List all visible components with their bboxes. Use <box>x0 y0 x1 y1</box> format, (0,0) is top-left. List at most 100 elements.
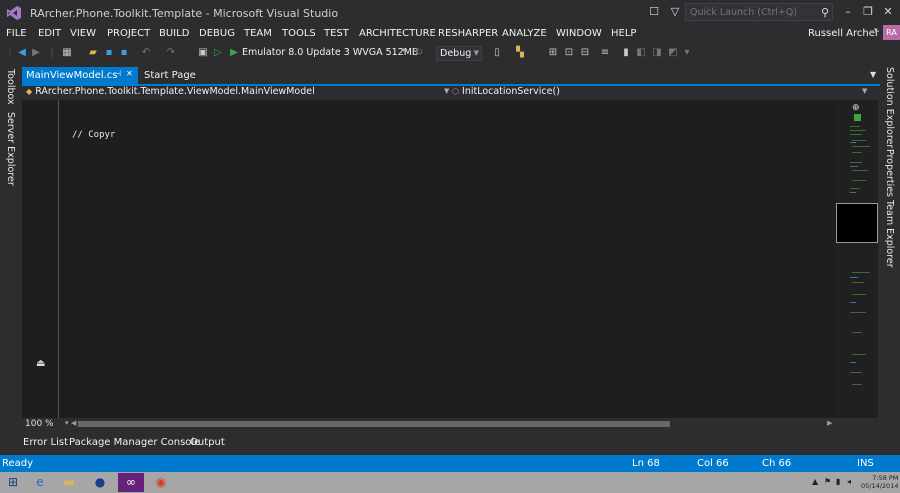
run-target-dropdown-icon[interactable]: ▾ <box>402 46 406 54</box>
next-bookmark-icon[interactable]: ◨ <box>650 46 664 60</box>
menu-architecture[interactable]: ARCHITECTURE <box>359 28 436 39</box>
minimize-button[interactable]: – <box>839 4 857 20</box>
quick-launch-input[interactable] <box>690 6 810 18</box>
menu-tools[interactable]: TOOLS <box>282 28 316 39</box>
tab-toolbox[interactable]: Toolbox <box>5 69 16 105</box>
menu-help[interactable]: HELP <box>611 28 636 39</box>
undo-icon[interactable]: ↶ <box>139 46 153 60</box>
tab-error-list[interactable]: Error List <box>23 437 68 448</box>
comment-icon[interactable]: ≡ <box>598 46 612 60</box>
menu-debug[interactable]: DEBUG <box>199 28 235 39</box>
chrome-icon[interactable]: ◉ <box>148 473 174 492</box>
tab-label: MainViewModel.cs <box>26 70 118 81</box>
run-without-debug-icon[interactable]: ▷ <box>211 46 225 60</box>
horizontal-scrollbar[interactable]: 100 % ▾ ◀ ▶ <box>22 418 836 430</box>
zoom-level[interactable]: 100 % <box>25 419 54 429</box>
pin-icon[interactable]: ⊣ <box>114 69 121 78</box>
menu-analyze[interactable]: ANALYZE <box>502 28 547 39</box>
menu-project[interactable]: PROJECT <box>107 28 150 39</box>
search-icon[interactable]: ⚲ <box>821 6 829 19</box>
window-title: RArcher.Phone.Toolkit.Template - Microso… <box>30 7 339 20</box>
type-name: RArcher.Phone.Toolkit.Template.ViewModel… <box>35 86 315 97</box>
title-bar: RArcher.Phone.Toolkit.Template - Microso… <box>0 0 900 25</box>
menu-build[interactable]: BUILD <box>159 28 189 39</box>
navigate-back-icon[interactable]: ◀ <box>15 46 29 60</box>
split-icon[interactable]: ⊕ <box>852 103 860 113</box>
file-explorer-icon[interactable]: ▬ <box>56 473 82 492</box>
toolbar-separator-icon: | <box>50 47 54 58</box>
tab-label: Start Page <box>144 70 196 81</box>
tab-properties[interactable]: Properties <box>884 149 895 197</box>
zoom-dropdown-icon[interactable]: ▾ <box>65 419 69 427</box>
quick-launch[interactable]: ⚲ <box>685 3 833 21</box>
tab-overflow-icon[interactable]: ▼ <box>870 70 876 79</box>
tab-start-page[interactable]: Start Page <box>140 67 210 84</box>
prev-bookmark-icon[interactable]: ◧ <box>634 46 648 60</box>
device-icon[interactable]: ▯ <box>490 46 504 60</box>
notifications-filter-icon[interactable]: ▽ <box>666 4 684 20</box>
scroll-left-icon[interactable]: ◀ <box>71 419 76 427</box>
scrollbar-minimap[interactable]: ⊕ <box>836 100 878 418</box>
properties-icon[interactable]: ⊟ <box>578 46 592 60</box>
tab-server-explorer[interactable]: Server Explorer <box>5 112 16 186</box>
chevron-down-icon: ▼ <box>444 87 450 95</box>
object-browser-icon[interactable]: ⊡ <box>562 46 576 60</box>
tab-mainviewmodel[interactable]: MainViewModel.cs ⊣ ✕ <box>22 67 138 84</box>
internet-explorer-icon[interactable]: e <box>27 473 53 492</box>
refresh-icon[interactable]: ↻ <box>412 46 426 60</box>
find-in-files-icon[interactable]: ▚ <box>513 46 527 60</box>
taskbar-clock[interactable]: 7:58 PM 05/14/2014 <box>861 474 898 490</box>
tab-solution-explorer[interactable]: Solution Explorer <box>884 67 895 148</box>
menu-resharper[interactable]: RESHARPER <box>438 28 498 39</box>
restore-button[interactable]: ❐ <box>859 4 877 20</box>
run-target[interactable]: Emulator 8.0 Update 3 WVGA 512MB <box>242 47 418 58</box>
tray-volume-icon[interactable]: ◂ <box>847 477 851 486</box>
tray-flag-icon[interactable]: ⚑ <box>824 477 831 486</box>
save-icon[interactable]: ▪ <box>102 46 116 60</box>
right-tool-strip: Solution Explorer Properties Team Explor… <box>880 64 900 455</box>
menu-file[interactable]: FILE <box>6 28 27 39</box>
bottom-tool-tabs: Error List Package Manager Console Outpu… <box>22 435 880 453</box>
menu-view[interactable]: VIEW <box>70 28 96 39</box>
feedback-icon[interactable]: ☐ <box>645 4 663 20</box>
type-dropdown[interactable]: ◆ RArcher.Phone.Toolkit.Template.ViewMod… <box>26 86 451 100</box>
close-button[interactable]: ✕ <box>879 4 897 20</box>
new-project-icon[interactable]: ▦ <box>60 46 74 60</box>
configuration-dropdown[interactable]: Debug ▼ <box>436 46 482 61</box>
menu-edit[interactable]: EDIT <box>38 28 61 39</box>
tab-team-explorer[interactable]: Team Explorer <box>884 200 895 268</box>
visual-studio-taskbar-icon[interactable]: ∞ <box>118 473 144 492</box>
menu-team[interactable]: TEAM <box>244 28 272 39</box>
media-player-icon[interactable]: ● <box>87 473 113 492</box>
gutter-divider <box>58 100 59 418</box>
tray-show-hidden-icon[interactable]: ▲ <box>812 477 818 486</box>
save-all-icon[interactable]: ▪ <box>117 46 131 60</box>
redo-icon[interactable]: ↷ <box>164 46 178 60</box>
visual-studio-logo-icon <box>7 6 21 20</box>
navigate-forward-icon[interactable]: ▶ <box>29 46 43 60</box>
tab-output[interactable]: Output <box>190 437 225 448</box>
toolbar-overflow-icon[interactable]: ▾ <box>680 46 694 60</box>
menu-test[interactable]: TEST <box>324 28 349 39</box>
start-icon[interactable]: ⊞ <box>0 473 26 492</box>
scroll-right-icon[interactable]: ▶ <box>827 419 832 427</box>
status-column: Col 66 <box>697 458 729 469</box>
clear-bookmarks-icon[interactable]: ◩ <box>666 46 680 60</box>
scroll-thumb[interactable] <box>78 421 670 427</box>
user-dropdown-icon[interactable]: ▾ <box>874 26 878 34</box>
code-editor[interactable]: // Copyr ⏏ <box>22 100 836 418</box>
class-view-icon[interactable]: ⊞ <box>546 46 560 60</box>
avatar[interactable]: RA <box>883 25 900 40</box>
deploy-icon[interactable]: ▣ <box>196 46 210 60</box>
start-debugging-icon[interactable]: ▶ <box>227 46 241 60</box>
member-dropdown[interactable]: ⬡ InitLocationService() ▼ <box>452 86 867 100</box>
bookmark-icon[interactable]: ▮ <box>619 46 633 60</box>
user-name[interactable]: Russell Archer <box>808 28 879 39</box>
tab-package-manager-console[interactable]: Package Manager Console <box>69 437 200 448</box>
code-line[interactable]: // Copyr <box>72 130 115 140</box>
minimap-viewport[interactable] <box>836 203 878 243</box>
close-icon[interactable]: ✕ <box>126 69 133 78</box>
open-file-icon[interactable]: ▰ <box>86 46 100 60</box>
tray-network-icon[interactable]: ▮ <box>836 477 840 486</box>
menu-window[interactable]: WINDOW <box>556 28 602 39</box>
